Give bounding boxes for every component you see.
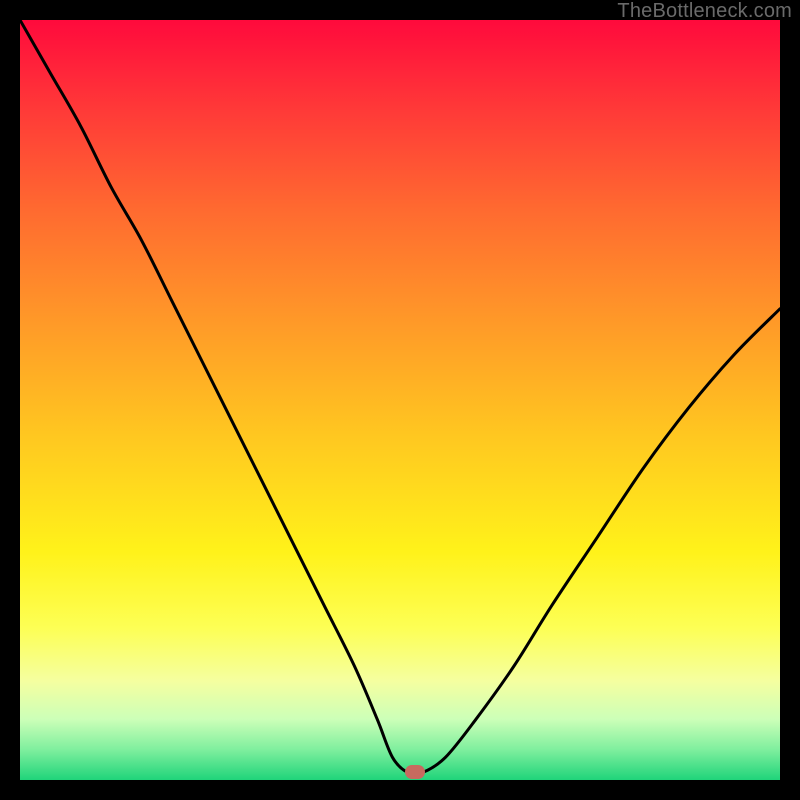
curve-svg — [20, 20, 780, 780]
plot-area — [20, 20, 780, 780]
optimum-marker — [405, 765, 425, 779]
chart-frame: TheBottleneck.com — [0, 0, 800, 800]
bottleneck-curve — [20, 20, 780, 774]
watermark-text: TheBottleneck.com — [617, 0, 792, 23]
